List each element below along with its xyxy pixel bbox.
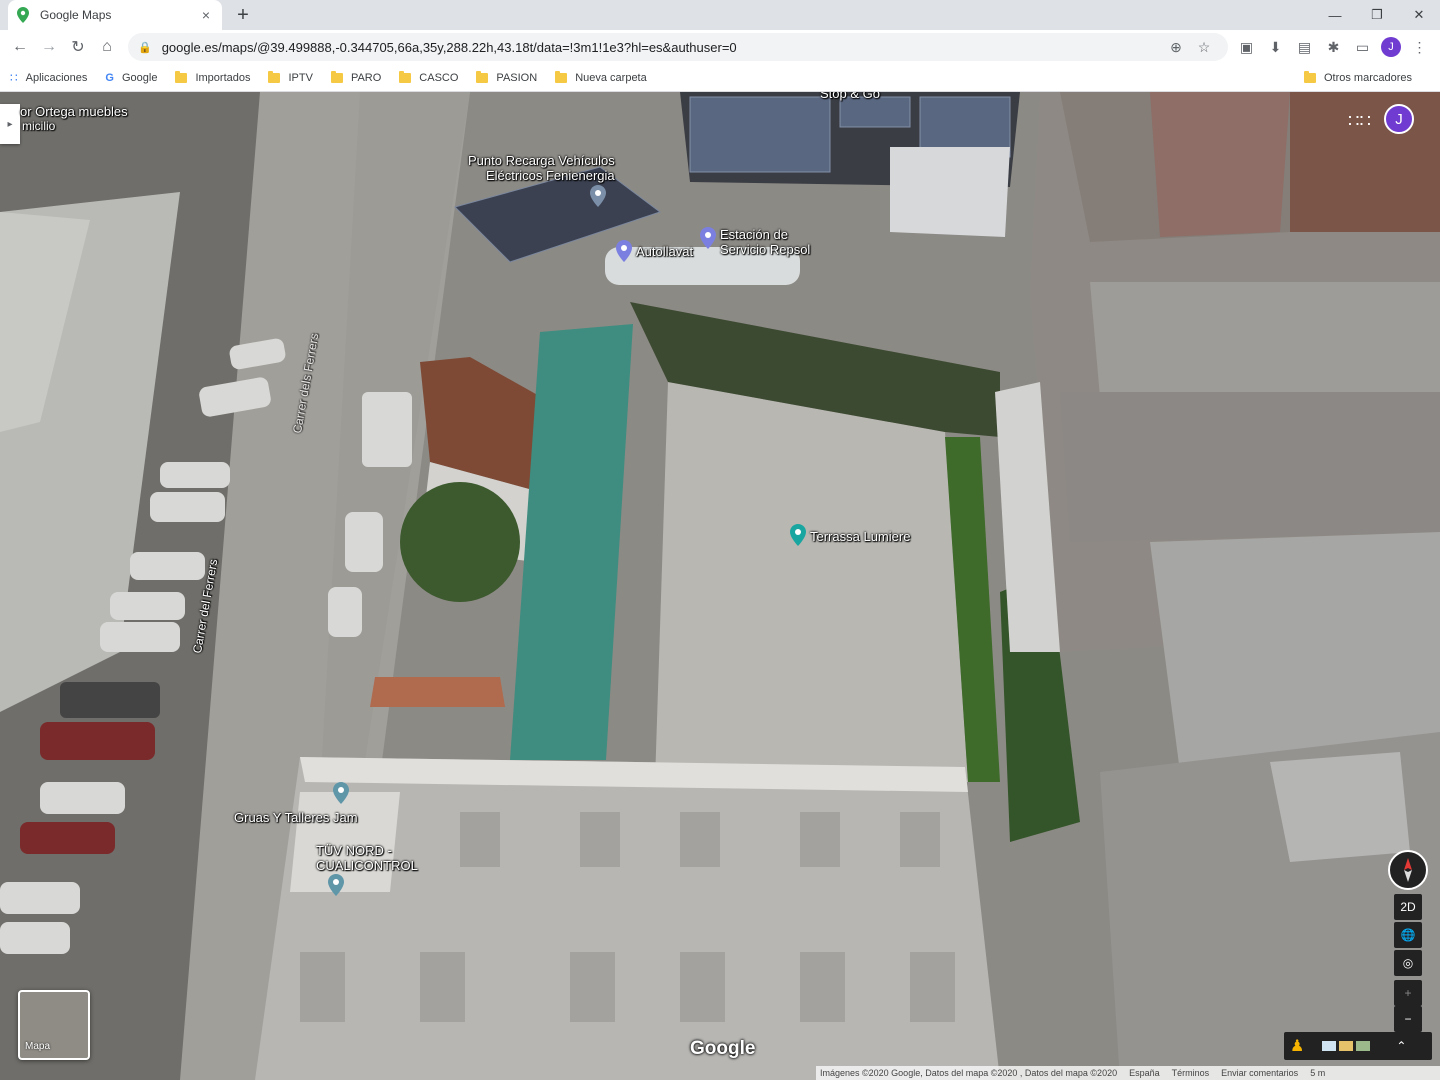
- gruas-pin-icon[interactable]: [333, 782, 349, 804]
- bookmark-casco[interactable]: CASCO: [399, 70, 458, 84]
- map-type-toggle[interactable]: Mapa: [18, 990, 90, 1060]
- folder-icon: [330, 70, 343, 83]
- tuv-pin-icon[interactable]: [328, 874, 344, 896]
- place-label-recarga[interactable]: Punto Recarga Vehículos: [468, 153, 615, 168]
- side-panel-toggle[interactable]: ▸: [0, 104, 20, 144]
- close-window-icon[interactable]: ✕: [1398, 0, 1440, 30]
- reload-icon[interactable]: ↻: [64, 33, 92, 61]
- map-satellite-view[interactable]: ▸ or Ortega muebles micilio Punto Recarg…: [0, 92, 1440, 1080]
- folder-icon: [268, 70, 281, 83]
- place-label-ortega[interactable]: or Ortega muebles: [20, 104, 128, 119]
- bookmark-iptv[interactable]: IPTV: [268, 70, 313, 84]
- scale-label[interactable]: 5 m: [1310, 1068, 1325, 1078]
- zoom-in-button[interactable]: +: [1394, 980, 1422, 1006]
- zoom-out-button[interactable]: −: [1394, 1006, 1422, 1032]
- bookmark-star-icon[interactable]: ☆: [1190, 39, 1218, 56]
- google-logo: Google: [690, 1038, 756, 1059]
- location-icon[interactable]: ⊕: [1162, 39, 1190, 56]
- place-label-autollavat[interactable]: Autollavat: [636, 244, 693, 259]
- bookmark-pasion[interactable]: PASION: [476, 70, 537, 84]
- apps-grid-icon: ∷: [10, 70, 18, 85]
- poi-pin-icon[interactable]: [590, 185, 606, 207]
- my-location-icon[interactable]: ◎: [1394, 950, 1422, 976]
- expand-chevron-icon[interactable]: ⌃: [1396, 1039, 1406, 1053]
- restore-icon[interactable]: ❐: [1356, 0, 1398, 30]
- map-profile-avatar[interactable]: J: [1384, 104, 1414, 134]
- place-label-repsol-sub[interactable]: Servicio Repsol: [720, 242, 810, 257]
- puzzle-icon[interactable]: ✱: [1319, 33, 1348, 61]
- compass-icon[interactable]: [1388, 850, 1428, 890]
- forward-arrow-icon[interactable]: →: [35, 33, 63, 61]
- home-icon[interactable]: ⌂: [93, 33, 121, 61]
- tab-close-icon[interactable]: ×: [198, 7, 214, 23]
- folder-icon: [1303, 71, 1316, 83]
- feedback-link[interactable]: Enviar comentarios: [1221, 1068, 1298, 1078]
- folder-icon: [399, 70, 412, 83]
- back-arrow-icon[interactable]: ←: [6, 33, 34, 61]
- terrassa-pin-icon[interactable]: [790, 524, 806, 546]
- bookmark-paro[interactable]: PARO: [330, 70, 381, 84]
- pegman-icon[interactable]: ♟: [1290, 1036, 1304, 1056]
- lock-icon[interactable]: 🔒: [138, 41, 152, 54]
- bookmark-importados[interactable]: Importados: [175, 70, 250, 84]
- view-2d-button[interactable]: 2D: [1394, 894, 1422, 920]
- url-text[interactable]: google.es/maps/@39.499888,-0.344705,66a,…: [162, 40, 1162, 55]
- folder-icon: [175, 70, 188, 83]
- attribution-text: Imágenes ©2020 Google, Datos del mapa ©2…: [820, 1068, 1118, 1078]
- country-link[interactable]: España: [1129, 1068, 1160, 1078]
- layer-thumbnail-terrain[interactable]: [1356, 1041, 1371, 1051]
- gas-station-pin-icon[interactable]: [700, 227, 716, 249]
- place-label-terrassa[interactable]: Terrassa Lumiere: [810, 529, 910, 544]
- place-label-repsol[interactable]: Estación de: [720, 227, 788, 242]
- car-wash-pin-icon[interactable]: [616, 240, 632, 262]
- place-label-tuv[interactable]: TÜV NORD -: [316, 843, 392, 858]
- place-label-gruas[interactable]: Gruas Y Talleres Jam: [234, 810, 358, 825]
- extension-icon[interactable]: ▣: [1232, 33, 1261, 61]
- layer-thumbnail-transit[interactable]: [1339, 1041, 1354, 1051]
- map-type-label: Mapa: [25, 1041, 51, 1052]
- place-label-tuv-sub[interactable]: CUALICONTROL: [316, 858, 418, 873]
- folder-icon: [555, 70, 568, 83]
- layer-thumbnail-map[interactable]: [1322, 1041, 1337, 1051]
- bookmark-aplicaciones[interactable]: ∷ Aplicaciones: [10, 71, 87, 85]
- bookmarks-bar: ∷ Aplicaciones G Google Importados IPTV …: [0, 64, 1440, 92]
- place-label-stopgo[interactable]: Stop & Go: [820, 92, 880, 101]
- browser-toolbar: ← → ↻ ⌂ 🔒 google.es/maps/@39.499888,-0.3…: [0, 30, 1440, 64]
- layers-bar[interactable]: ♟ ⌃: [1284, 1032, 1432, 1060]
- window-controls: — ❐ ✕: [1314, 0, 1440, 30]
- compass-needle-icon: [1404, 858, 1412, 882]
- tab-title: Google Maps: [40, 8, 112, 22]
- profile-avatar[interactable]: J: [1381, 37, 1401, 57]
- download-icon[interactable]: ⬇: [1261, 33, 1290, 61]
- place-label-recarga-sub[interactable]: Eléctricos Fenienergia: [486, 168, 615, 183]
- bookmark-google[interactable]: G Google: [105, 72, 157, 84]
- google-g-icon: G: [105, 71, 114, 84]
- bookmark-otros-marcadores[interactable]: Otros marcadores: [1303, 64, 1412, 92]
- cast-icon[interactable]: ▭: [1348, 33, 1377, 61]
- new-tab-button[interactable]: +: [232, 4, 254, 26]
- place-label-ortega-sub[interactable]: micilio: [22, 119, 55, 134]
- terms-link[interactable]: Términos: [1172, 1068, 1210, 1078]
- bookmark-nueva-carpeta[interactable]: Nueva carpeta: [555, 70, 647, 84]
- tab-strip: Google Maps × + — ❐ ✕: [0, 0, 1440, 30]
- tab-google-maps[interactable]: Google Maps ×: [8, 0, 222, 30]
- pdf-extension-icon[interactable]: ▤: [1290, 33, 1319, 61]
- minimize-icon[interactable]: —: [1314, 0, 1356, 30]
- folder-icon: [476, 70, 489, 83]
- globe-icon[interactable]: 🌐: [1394, 922, 1422, 948]
- maps-pin-icon: [16, 7, 30, 23]
- extensions-area: ▣ ⬇ ▤ ✱ ▭ J ⋮: [1232, 33, 1434, 61]
- map-footer: Imágenes ©2020 Google, Datos del mapa ©2…: [816, 1066, 1440, 1080]
- address-bar[interactable]: 🔒 google.es/maps/@39.499888,-0.344705,66…: [128, 33, 1228, 61]
- google-apps-icon[interactable]: ∷∷: [1348, 110, 1371, 132]
- menu-kebab-icon[interactable]: ⋮: [1405, 33, 1434, 61]
